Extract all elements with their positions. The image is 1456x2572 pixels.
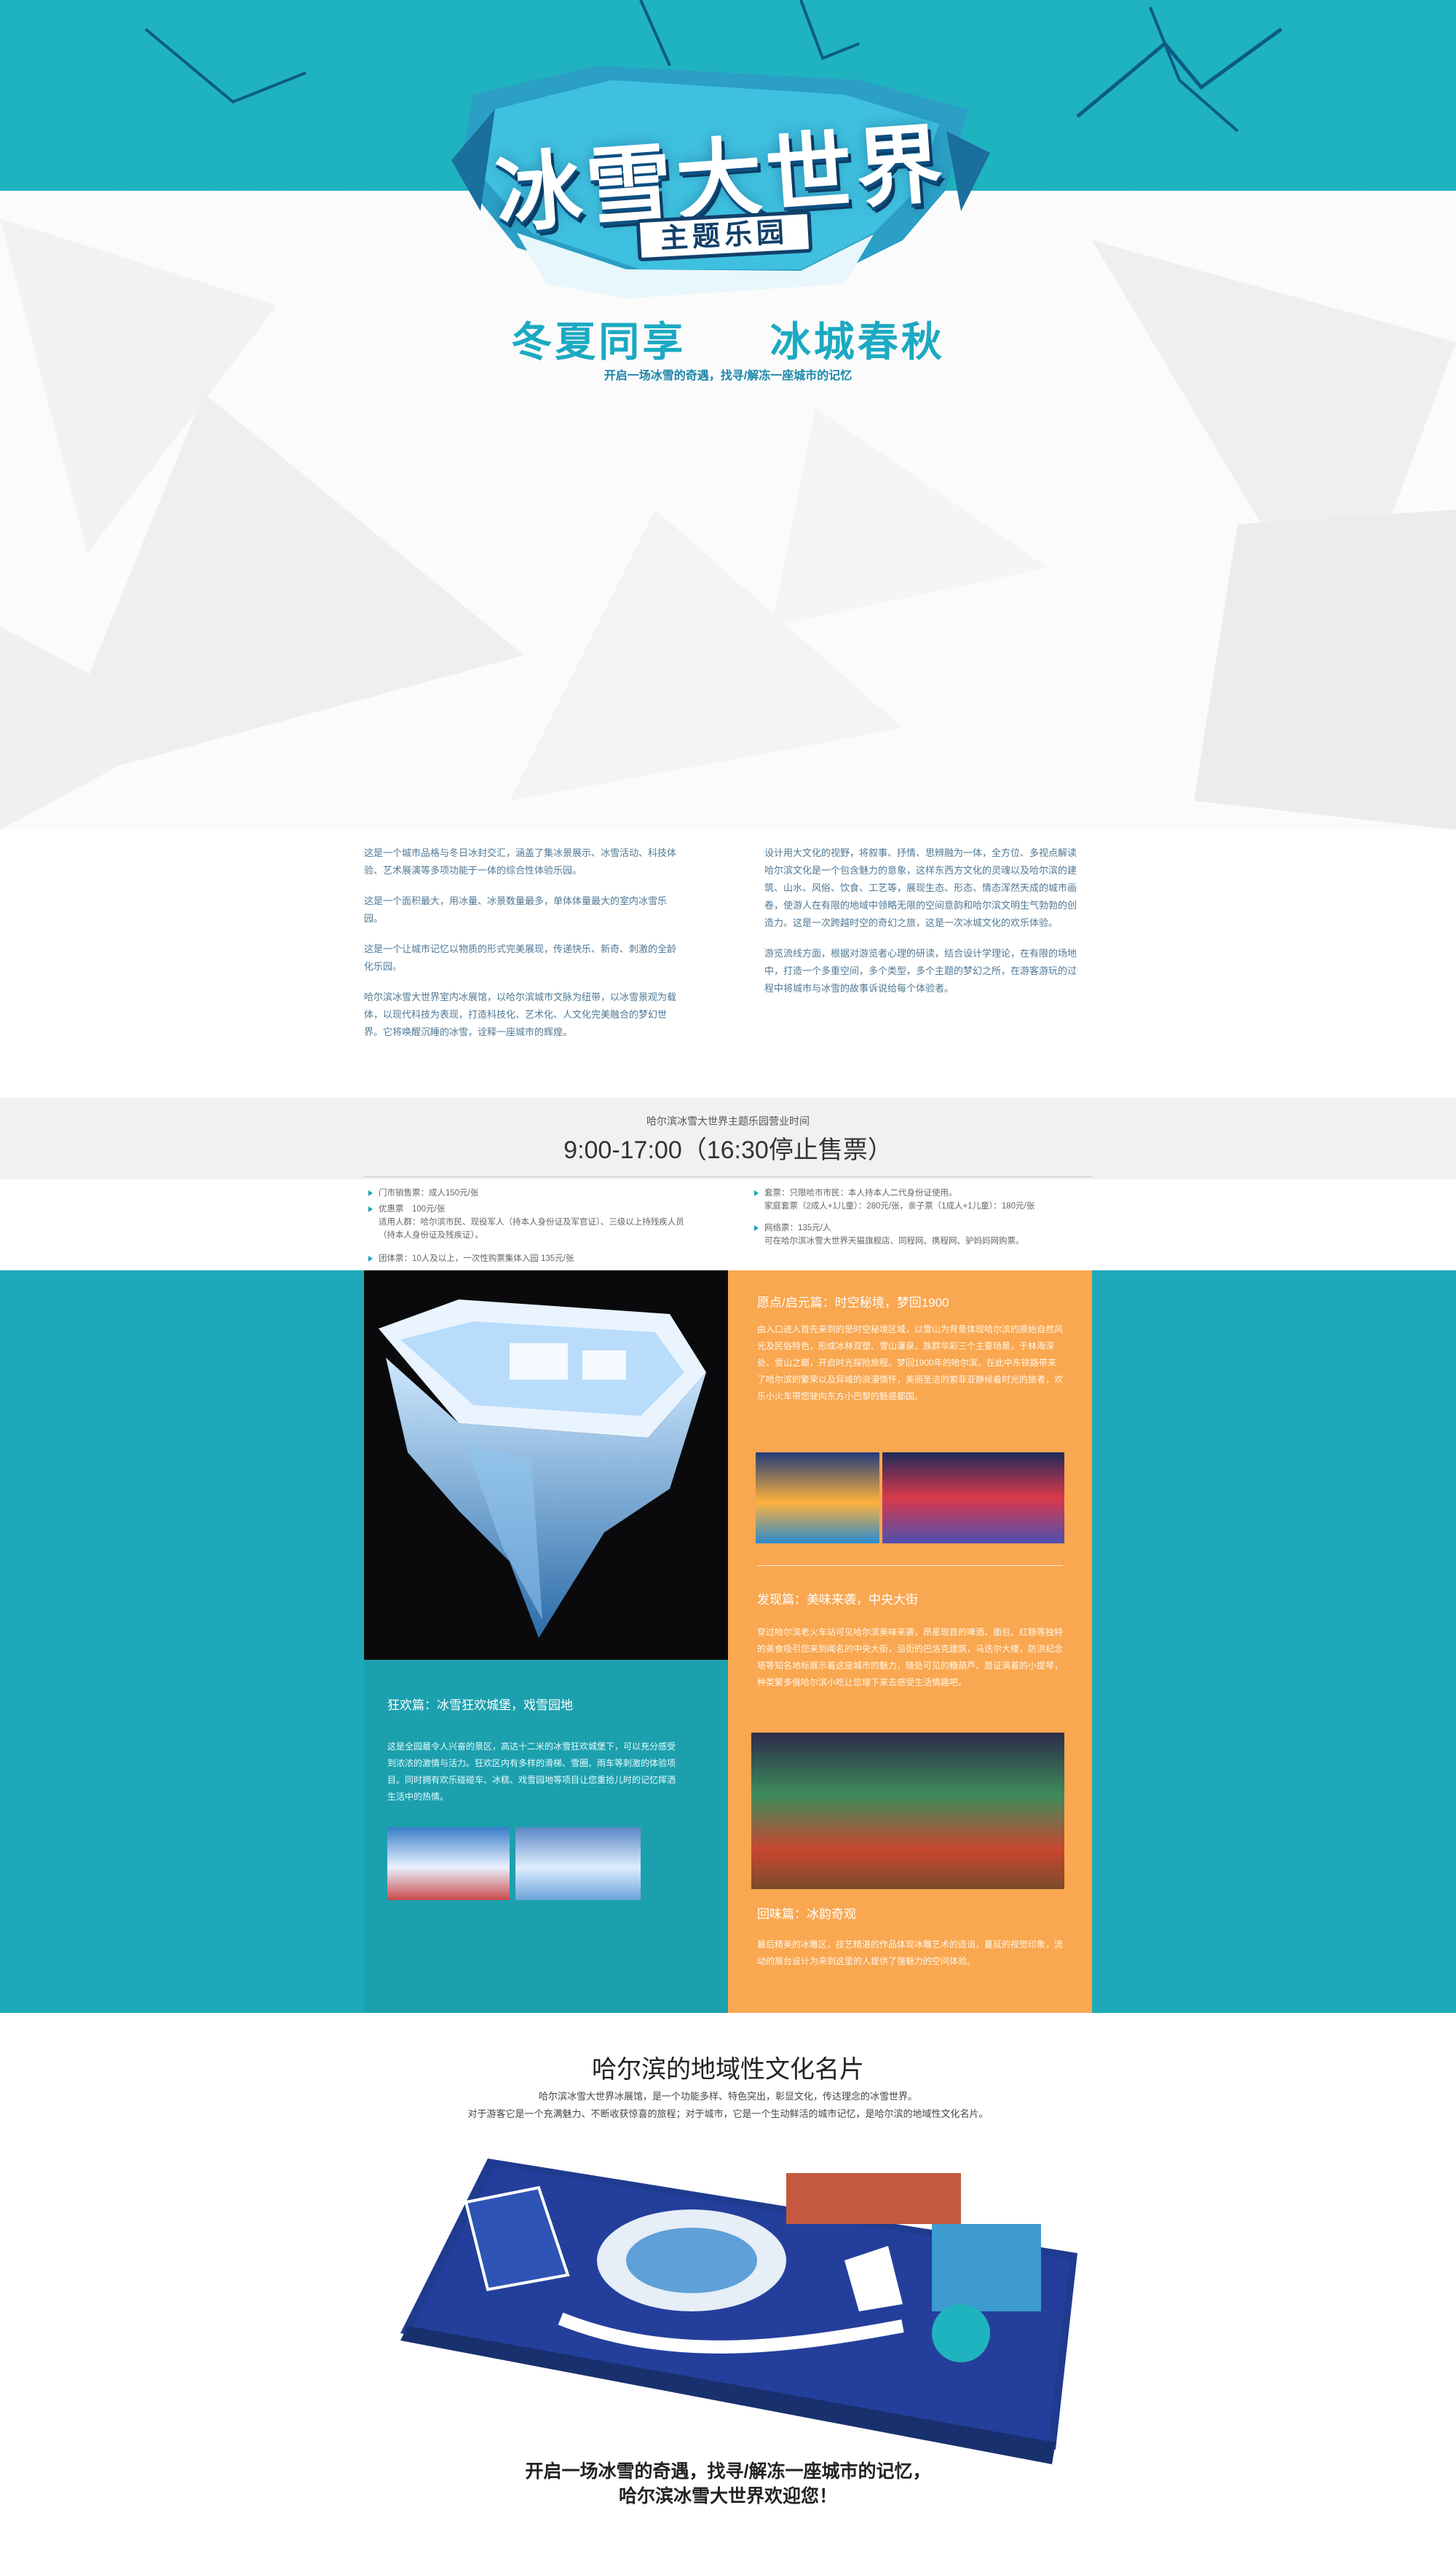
park-logo: 冰雪大世界 主题乐园: [408, 66, 1034, 306]
opening-hours: 哈尔滨冰雪大世界主题乐园营业时间 9:00-17:00（16:30停止售票）: [0, 1098, 1456, 1179]
zone-description: 由入口进入首先来到的是时空秘境区域，以雪山为背景体现哈尔滨的原始自然风光及民俗特…: [757, 1324, 1064, 1401]
ticket-prices: 门市销售票：成人150元/张 优惠票 100元/张 适用人群：哈尔滨市民、现役军…: [364, 1181, 1092, 1268]
zone-stories: 愿点/启元篇：时空秘境，梦回1900 由入口进入首先来到的是时空秘境区域，以雪山…: [728, 1270, 1092, 2013]
time-realm-photo-1: [756, 1452, 879, 1543]
price-item: 套票：只限哈市市民：本人持本人二代身份证使用。 家庭套票（2成人+1儿童）：28…: [754, 1187, 1092, 1213]
intro-paragraph: 哈尔滨冰雪大世界室内冰展馆，以哈尔滨城市文脉为纽带，以冰雪景观为载体，以现代科技…: [364, 992, 677, 1037]
divider: [364, 1176, 1092, 1177]
intro-paragraph: 这是一个城市品格与冬日冰封交汇，涵盖了集冰景展示、冰雪活动、科技体验、艺术展演等…: [364, 847, 677, 876]
zones-section: 狂欢篇：冰雪狂欢城堡，戏雪园地 这是全园最令人兴奋的景区，高达十二米的冰雪狂欢城…: [0, 1270, 1456, 2013]
hours-label: 哈尔滨冰雪大世界主题乐园营业时间: [646, 1115, 810, 1127]
price-item: 门市销售票：成人150元/张: [368, 1187, 699, 1200]
slogan-right: 冰城春秋: [769, 319, 945, 365]
closing-line: 哈尔滨冰雪大世界欢迎您！: [618, 2486, 837, 2506]
price-item: 团体票：10人及以上，一次性购票集体入园 135元/张: [368, 1252, 699, 1265]
zone-description: 这是全园最令人兴奋的景区，高达十二米的冰雪狂欢城堡下，可以充分感受到浓浓的激情与…: [387, 1741, 676, 1802]
closing-line: 开启一场冰雪的奇遇，找寻/解冻一座城市的记忆，: [525, 2461, 931, 2482]
carnival-zone: 狂欢篇：冰雪狂欢城堡，戏雪园地 这是全园最令人兴奋的景区，高达十二米的冰雪狂欢城…: [364, 1660, 728, 2013]
intro-paragraph: 这是一个面积最大，用冰量、冰景数量最多，单体体量最大的室内冰雪乐园。: [364, 895, 668, 924]
central-street-photo: [751, 1733, 1064, 1889]
intro-left-column: 这是一个城市品格与冬日冰封交汇，涵盖了集冰景展示、冰雪活动、科技体验、艺术展演等…: [364, 844, 684, 1054]
culture-description: 哈尔滨冰雪大世界冰展馆，是一个功能多样、特色突出，彰显文化，传达理念的冰雪世界。…: [0, 2088, 1456, 2123]
intro-paragraph: 设计用大文化的视野，将叙事、抒情、思辨融为一体，全方位、多视点解读哈尔滨文化是一…: [764, 847, 1077, 928]
intro-paragraph: 游览流线方面，根据对游览者心理的研读，结合设计学理论，在有限的场地中，打造一个多…: [764, 948, 1077, 994]
zone-description: 穿过哈尔滨老火车站可见哈尔滨美味来袭，昂星现首的啤酒、面包、红肠等独特的美食吸引…: [757, 1627, 1064, 1687]
closing-message: 开启一场冰雪的奇遇，找寻/解冻一座城市的记忆， 哈尔滨冰雪大世界欢迎您！: [0, 2459, 1456, 2509]
hours-time: 9:00-17:00（16:30停止售票）: [563, 1136, 893, 1164]
culture-line: 对于游客它是一个充满魅力、不断收获惊喜的旅程；对于城市，它是一个生动鲜活的城市记…: [467, 2108, 989, 2119]
floating-ice-island-image: [364, 1270, 728, 1660]
price-item: 优惠票 100元/张 适用人群：哈尔滨市民、现役军人（持本人身份证及军官证）、三…: [368, 1203, 699, 1242]
time-realm-photo-2: [882, 1452, 1064, 1543]
bullet-icon: [754, 1225, 759, 1231]
culture-line: 哈尔滨冰雪大世界冰展馆，是一个功能多样、特色突出，彰显文化，传达理念的冰雪世界。: [538, 2091, 917, 2102]
zone-title: 回味篇：冰韵奇观: [757, 1907, 856, 1921]
bullet-icon: [368, 1206, 373, 1212]
price-item: 网络票：135元/人 可在哈尔滨冰雪大世界天猫旗舰店、同程网、携程网、驴妈妈网购…: [754, 1222, 1092, 1248]
hero-banner: 冰雪大世界 主题乐园 冬夏同享 冰城春秋 开启一场冰雪的奇遇，找寻/解冻一座城市…: [0, 0, 1456, 830]
intro-section: 这是一个城市品格与冬日冰封交汇，涵盖了集冰景展示、冰雪活动、科技体验、艺术展演等…: [364, 844, 1092, 1077]
slogan: 冬夏同享 冰城春秋: [0, 309, 1456, 368]
culture-title: 哈尔滨的地域性文化名片: [592, 2056, 864, 2084]
park-map-illustration: [379, 2144, 1085, 2472]
sub-slogan: 开启一场冰雪的奇遇，找寻/解冻一座城市的记忆: [604, 370, 852, 382]
divider: [757, 1565, 1063, 1566]
bullet-icon: [368, 1256, 373, 1262]
zone-title: 愿点/启元篇：时空秘境，梦回1900: [757, 1296, 949, 1310]
bullet-icon: [754, 1190, 759, 1196]
zone-title: 狂欢篇：冰雪狂欢城堡，戏雪园地: [387, 1698, 573, 1712]
zone-description: 最后精美的冰雕区，技艺精湛的作品体现冰雕艺术的造诣，蔓延的视觉印象，流动的展台设…: [757, 1939, 1064, 1966]
intro-paragraph: 这是一个让城市记忆以物质的形式完美展现，传递快乐、新奇、刺激的全龄化乐园。: [364, 943, 677, 972]
bullet-icon: [368, 1190, 373, 1196]
carnival-photo-2: [515, 1827, 641, 1900]
zone-title: 发现篇：美味来袭，中央大街: [757, 1593, 918, 1607]
slogan-left: 冬夏同享: [511, 319, 687, 365]
carnival-photo-1: [387, 1827, 510, 1900]
intro-right-column: 设计用大文化的视野，将叙事、抒情、思辨融为一体，全方位、多视点解读哈尔滨文化是一…: [764, 844, 1085, 1010]
